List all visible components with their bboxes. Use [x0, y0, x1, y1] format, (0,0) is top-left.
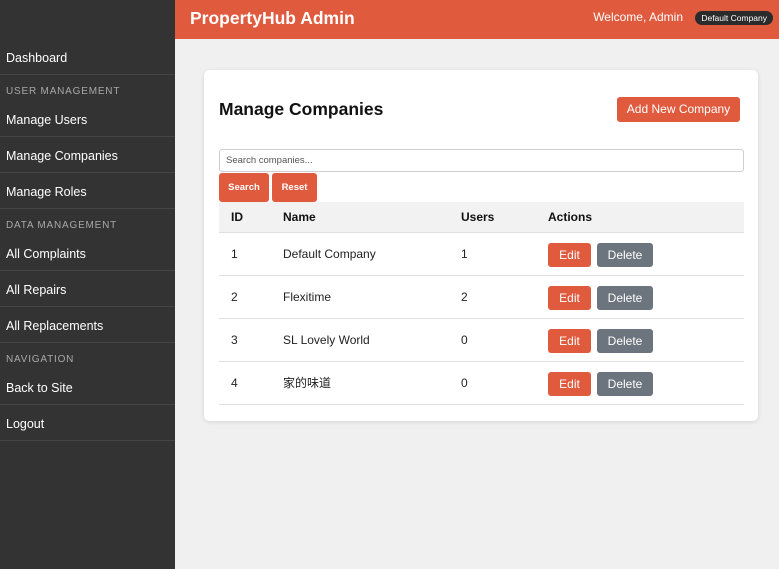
cell-name: 家的味道 [283, 376, 332, 390]
search-button[interactable]: Search [219, 173, 269, 202]
table-row: 4 家的味道 0 Edit Delete [219, 362, 744, 405]
sidebar-heading-data-management: DATA MANAGEMENT [6, 220, 118, 231]
column-header-id: ID [231, 210, 243, 224]
column-header-name: Name [283, 210, 316, 224]
companies-card: Manage Companies Add New Company Search … [204, 70, 758, 421]
cell-users: 0 [461, 333, 468, 347]
sidebar-heading-user-management: USER MANAGEMENT [6, 86, 121, 97]
sidebar-item-manage-users[interactable]: Manage Users [0, 101, 175, 137]
cell-name: Default Company [283, 247, 376, 261]
column-header-users: Users [461, 210, 495, 224]
table-header: ID Name Users Actions [219, 202, 744, 233]
delete-button[interactable]: Delete [597, 286, 653, 310]
sidebar-item-all-complaints[interactable]: All Complaints [0, 235, 175, 271]
brand-title[interactable]: PropertyHub Admin [190, 0, 355, 36]
welcome-text: Welcome, Admin [593, 10, 683, 24]
sidebar-item-back-to-site[interactable]: Back to Site [0, 369, 175, 405]
edit-button[interactable]: Edit [548, 286, 591, 310]
delete-button[interactable]: Delete [597, 243, 653, 267]
sidebar-item-dashboard[interactable]: Dashboard [0, 39, 175, 75]
sidebar: Dashboard USER MANAGEMENT Manage Users M… [0, 0, 175, 569]
page-title: Manage Companies [219, 99, 384, 119]
sidebar-item-all-replacements[interactable]: All Replacements [0, 307, 175, 343]
edit-button[interactable]: Edit [548, 372, 591, 396]
edit-button[interactable]: Edit [548, 329, 591, 353]
table-row: 1 Default Company 1 Edit Delete [219, 233, 744, 276]
companies-table: ID Name Users Actions 1 Default Company … [219, 202, 744, 405]
add-company-button[interactable]: Add New Company [617, 97, 740, 122]
cell-id: 3 [231, 333, 238, 347]
company-badge: Default Company [695, 11, 773, 25]
cell-id: 1 [231, 247, 238, 261]
table-row: 2 Flexitime 2 Edit Delete [219, 276, 744, 319]
cell-name: Flexitime [283, 290, 332, 304]
delete-button[interactable]: Delete [597, 329, 653, 353]
sidebar-item-manage-roles[interactable]: Manage Roles [0, 173, 175, 209]
cell-users: 0 [461, 376, 468, 390]
cell-id: 2 [231, 290, 238, 304]
sidebar-item-all-repairs[interactable]: All Repairs [0, 271, 175, 307]
sidebar-top-spacer [0, 0, 175, 39]
search-input[interactable] [219, 149, 744, 172]
cell-users: 1 [461, 247, 468, 261]
cell-id: 4 [231, 376, 238, 390]
column-header-actions: Actions [548, 210, 593, 224]
table-row: 3 SL Lovely World 0 Edit Delete [219, 319, 744, 362]
cell-name: SL Lovely World [283, 333, 370, 347]
edit-button[interactable]: Edit [548, 243, 591, 267]
reset-button[interactable]: Reset [272, 173, 317, 202]
delete-button[interactable]: Delete [597, 372, 653, 396]
top-header: PropertyHub Admin Welcome, Admin Default… [175, 0, 779, 39]
sidebar-item-manage-companies[interactable]: Manage Companies [0, 137, 175, 173]
cell-users: 2 [461, 290, 468, 304]
sidebar-item-logout[interactable]: Logout [0, 405, 175, 441]
sidebar-heading-navigation: NAVIGATION [6, 354, 75, 365]
